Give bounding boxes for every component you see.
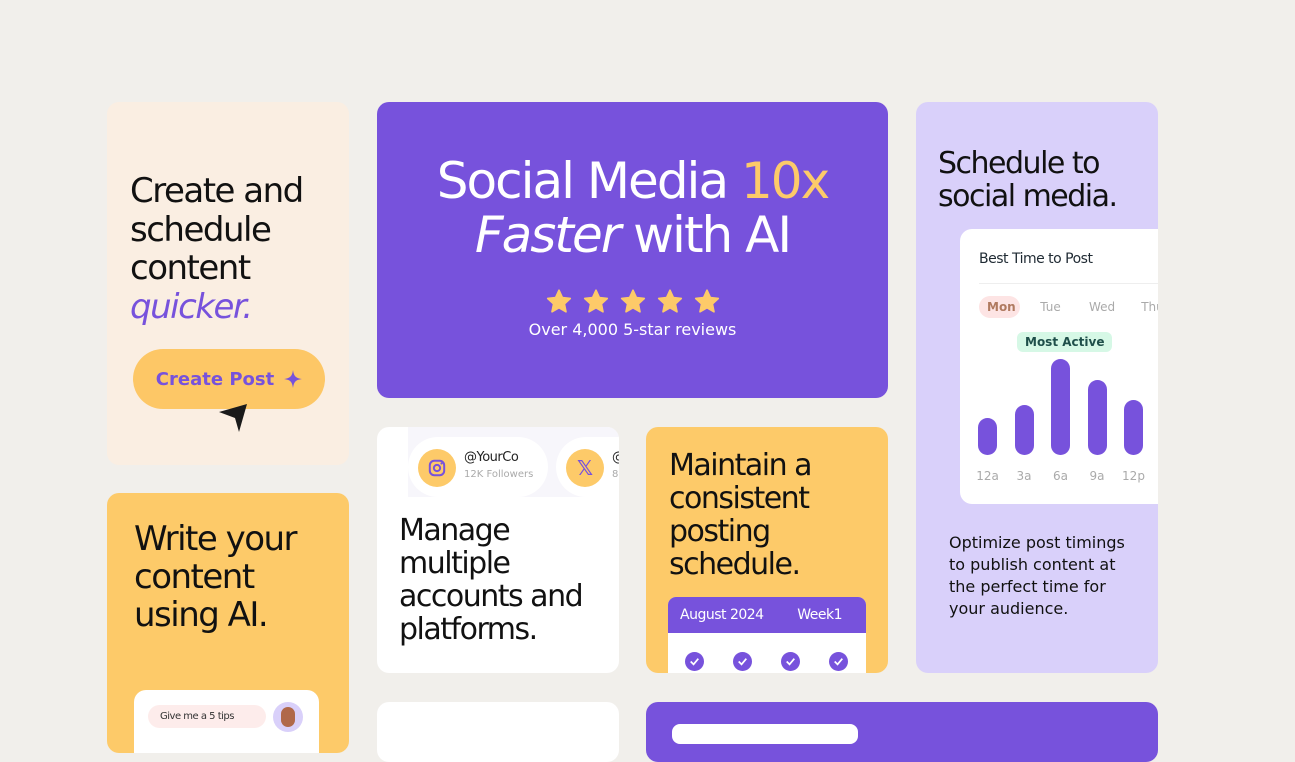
star-icon [583, 289, 608, 313]
schedule-description: Optimize post timings to publish content… [949, 533, 1125, 618]
check-circle-icon [685, 652, 704, 671]
accounts-card: @YourCo 12K Followers 𝕏 @8 Manage multiple … [377, 427, 619, 673]
heading-accent: quicker. [130, 286, 253, 327]
heading-line: using AI. [134, 595, 269, 635]
chart-bar [1124, 400, 1143, 455]
write-ai-card: Write your content using AI. Give me a 5… [107, 493, 349, 753]
hero-line2: Faster with AI [474, 206, 792, 264]
reviews-text: Over 4,000 5-star reviews [528, 320, 737, 339]
account-followers: 8 [612, 469, 619, 480]
heading-line: Schedule to [938, 146, 1101, 181]
chart-bar [1051, 359, 1070, 455]
account-handle: @ [612, 450, 619, 465]
check-circle-icon [781, 652, 800, 671]
chart-tick-label: 6a [1053, 469, 1068, 483]
chart-bar [1014, 405, 1034, 455]
star-icon [546, 289, 571, 313]
best-time-widget: Best Time to Post Mon Tue Wed Thu Most Acti… [960, 229, 1158, 504]
hero-line1: Social Media 10x [436, 152, 830, 210]
chart-tick-label: 9a [1089, 469, 1105, 483]
hero-card: Social Media 10x Faster with AI Over 4,0… [377, 102, 888, 398]
accounts-text: Manage multiple accounts and platforms. [399, 513, 584, 647]
create-post-button[interactable]: Create Post [133, 349, 325, 409]
consistent-card: Maintain a consistent posting schedule. … [646, 427, 888, 673]
create-post-label: Create Post [155, 368, 275, 390]
calendar-widget: August 2024 Week1 [668, 597, 866, 673]
chart-tick-label: 3a [1016, 469, 1032, 483]
chart-bar [978, 418, 997, 455]
chart-bar [1087, 380, 1107, 455]
x-icon: 𝕏 [566, 449, 604, 487]
heading-line: content [134, 557, 255, 597]
bottom-purple-card [646, 702, 1158, 762]
heading-line: Create and [130, 171, 304, 211]
star-icon [657, 289, 682, 313]
widget-title: Best Time to Post [979, 251, 1093, 267]
calendar-month: August 2024 [680, 607, 764, 623]
avatar [273, 702, 303, 732]
schedule-card: Schedule to social media. Best Time to P… [916, 102, 1158, 673]
star-icon [694, 289, 719, 313]
day-tab[interactable]: Tue [1030, 296, 1071, 318]
chart-tick-label: 12a [976, 469, 999, 483]
check-circle-icon [733, 652, 752, 671]
bottom-white-card [377, 702, 619, 762]
account-handle: @YourCo [464, 450, 519, 465]
star-icon [620, 289, 645, 313]
chat-bubble: Give me a 5 tips [148, 705, 266, 728]
day-tab[interactable]: Mon [979, 296, 1020, 318]
day-tab[interactable]: Thu [1132, 296, 1158, 318]
heading-line: social media. [938, 179, 1118, 214]
check-circle-icon [829, 652, 848, 671]
consistent-text: Maintain a consistent posting schedule. [669, 448, 813, 582]
chat-widget: Give me a 5 tips [134, 690, 319, 753]
most-active-badge: Most Active [1017, 332, 1113, 352]
account-followers: 12K Followers [464, 469, 534, 480]
sparkle-icon [284, 370, 303, 388]
chart-tick-label: 12p [1122, 469, 1145, 483]
instagram-icon [418, 449, 456, 487]
account-chip[interactable]: @YourCo 12K Followers [408, 437, 548, 497]
calendar-week: Week1 [797, 607, 842, 623]
day-tab[interactable]: Wed [1081, 296, 1122, 318]
cursor-arrow-icon [219, 404, 247, 432]
star-rating [377, 288, 888, 315]
heading-line: content [130, 248, 251, 288]
heading-line: Write your [134, 519, 298, 559]
create-content-card: Create and schedule content quicker. Cre… [107, 102, 349, 465]
heading-line: schedule [130, 209, 272, 250]
account-chip[interactable]: 𝕏 @8 [556, 437, 619, 497]
